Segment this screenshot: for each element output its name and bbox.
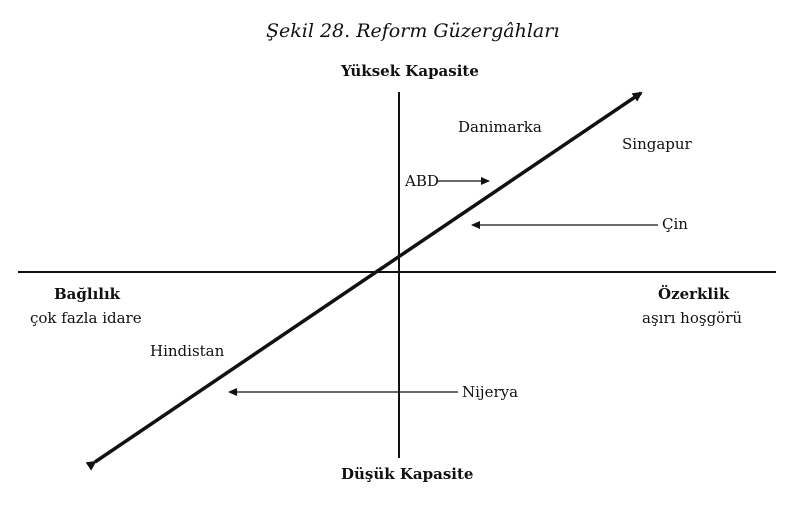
- reform-routes-diagram: Şekil 28. Reform Güzergâhları Yüksek Kap…: [0, 0, 794, 516]
- country-label-danimarka: Danimarka: [458, 118, 542, 136]
- reform-trajectory-arrow: [85, 91, 643, 471]
- country-label-nijerya: Nijerya: [462, 383, 519, 401]
- country-label-singapur: Singapur: [622, 135, 692, 153]
- country-label-hindistan: Hindistan: [150, 342, 225, 360]
- axis-label-bottom: Düşük Kapasite: [341, 465, 474, 483]
- axis-label-left-sub: çok fazla idare: [30, 309, 142, 327]
- country-label-abd: ABD: [405, 172, 439, 190]
- axis-label-right-sub: aşırı hoşgörü: [642, 309, 743, 327]
- axis-label-left-title: Bağlılık: [54, 285, 121, 303]
- axis-label-right-title: Özerklik: [658, 285, 730, 303]
- country-label-cin: Çin: [662, 215, 688, 233]
- axis-label-top: Yüksek Kapasite: [341, 62, 479, 80]
- figure-title: Şekil 28. Reform Güzergâhları: [266, 20, 560, 42]
